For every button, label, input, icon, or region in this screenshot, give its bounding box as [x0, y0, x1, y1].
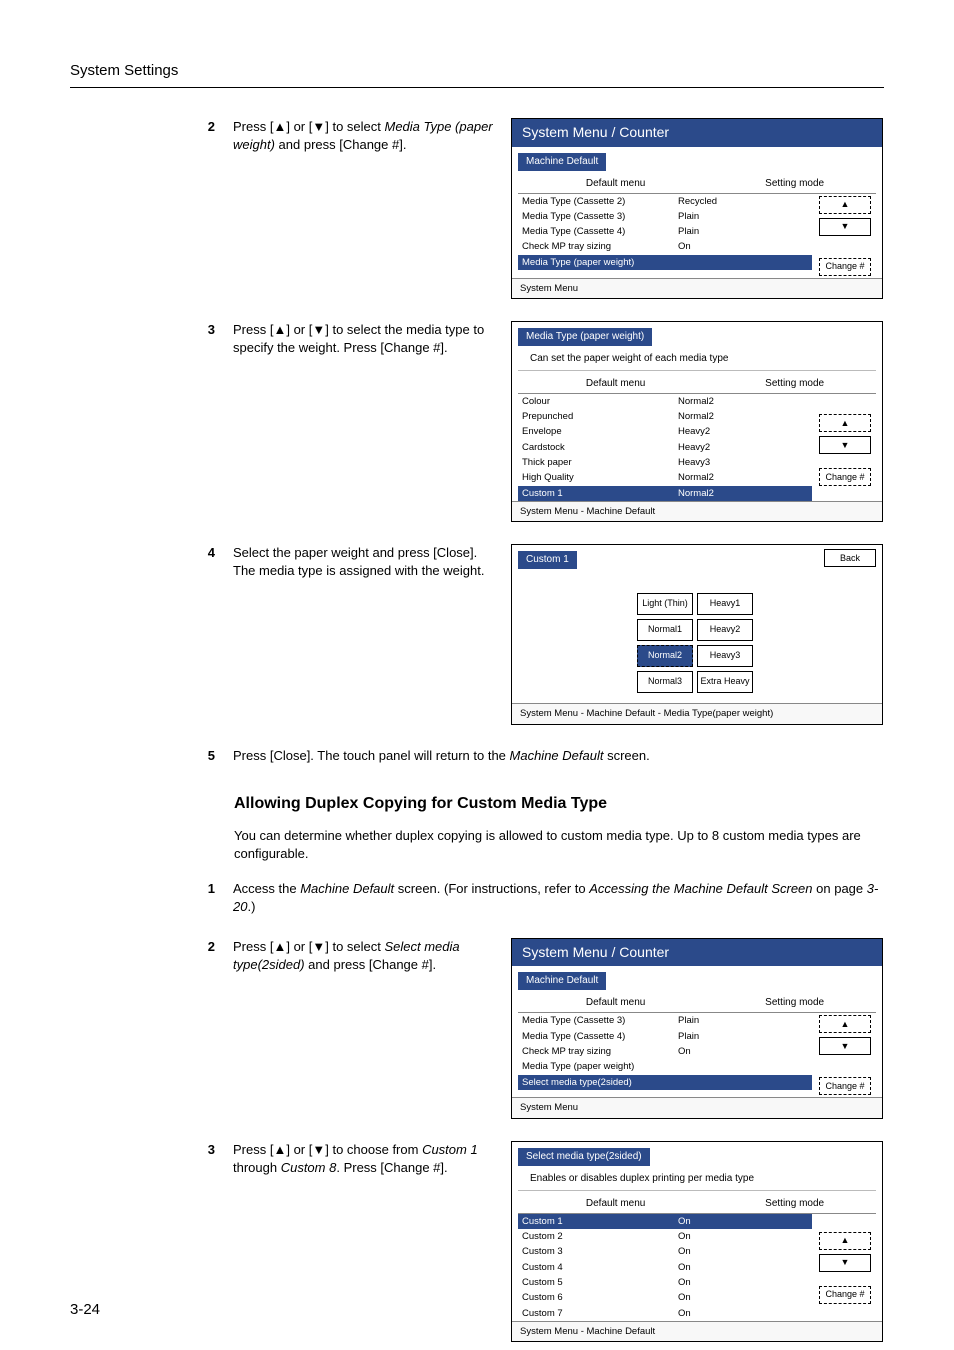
- list-item[interactable]: Select media type(2sided): [518, 1075, 812, 1090]
- step-text: Press [▲] or [▼] to select Select media …: [233, 938, 493, 974]
- section-heading: Allowing Duplex Copying for Custom Media…: [234, 793, 884, 815]
- weight-option[interactable]: Extra Heavy: [697, 671, 753, 693]
- step-number: 3: [190, 1141, 215, 1159]
- screen-custom1-weight: Custom 1 Back Light (Thin)Heavy1Normal1H…: [511, 544, 883, 724]
- screen-machine-default: System Menu / Counter Machine Default De…: [511, 118, 883, 299]
- step-text: Press [▲] or [▼] to select the media typ…: [233, 321, 493, 357]
- list-item[interactable]: Custom 5On: [518, 1275, 812, 1290]
- breadcrumb: System Menu: [512, 1097, 882, 1117]
- list-item[interactable]: Media Type (Cassette 3)Plain: [518, 209, 812, 224]
- change-button[interactable]: Change #: [819, 1286, 871, 1304]
- list-item[interactable]: ColourNormal2: [518, 394, 812, 409]
- list-item[interactable]: Custom 2On: [518, 1229, 812, 1244]
- up-button[interactable]: ▲: [819, 1232, 871, 1250]
- col-default-menu: Default menu: [518, 177, 713, 191]
- list-item[interactable]: Custom 6On: [518, 1290, 812, 1305]
- screen-note: Can set the paper weight of each media t…: [518, 350, 876, 371]
- step-number: 4: [190, 544, 215, 562]
- down-button[interactable]: ▼: [819, 436, 871, 454]
- tab-machine-default[interactable]: Machine Default: [518, 153, 606, 171]
- back-button[interactable]: Back: [824, 549, 876, 567]
- up-icon: ▲: [273, 939, 286, 954]
- tab-paper-weight[interactable]: Media Type (paper weight): [518, 328, 652, 346]
- step-text: Select the paper weight and press [Close…: [233, 544, 493, 580]
- list-item[interactable]: Thick paperHeavy3: [518, 455, 812, 470]
- step-text: Access the Machine Default screen. (For …: [233, 880, 884, 916]
- list-item[interactable]: Custom 1Normal2: [518, 486, 812, 501]
- list-item[interactable]: Check MP tray sizingOn: [518, 1044, 812, 1059]
- section-paragraph: You can determine whether duplex copying…: [234, 827, 884, 863]
- page-header: System Settings: [70, 60, 884, 88]
- screen-note: Enables or disables duplex printing per …: [518, 1170, 876, 1191]
- weight-grid: Light (Thin)Heavy1Normal1Heavy2Normal2He…: [637, 593, 757, 693]
- list-item[interactable]: Media Type (paper weight): [518, 1059, 812, 1074]
- weight-option[interactable]: Light (Thin): [637, 593, 693, 615]
- list-item[interactable]: Custom 3On: [518, 1244, 812, 1259]
- col-default-menu: Default menu: [518, 377, 713, 391]
- down-icon: ▼: [312, 939, 325, 954]
- weight-option[interactable]: Normal2: [637, 645, 693, 667]
- down-button[interactable]: ▼: [819, 1037, 871, 1055]
- list-item[interactable]: CardstockHeavy2: [518, 440, 812, 455]
- breadcrumb: System Menu - Machine Default: [512, 1321, 882, 1341]
- col-setting-mode: Setting mode: [713, 177, 876, 191]
- weight-option[interactable]: Normal1: [637, 619, 693, 641]
- col-setting-mode: Setting mode: [713, 996, 876, 1010]
- weight-option[interactable]: Heavy1: [697, 593, 753, 615]
- tab-select-media[interactable]: Select media type(2sided): [518, 1148, 650, 1166]
- page-number: 3-24: [70, 1299, 100, 1320]
- down-button[interactable]: ▼: [819, 1254, 871, 1272]
- screen-title: System Menu / Counter: [512, 939, 882, 967]
- col-setting-mode: Setting mode: [713, 377, 876, 391]
- step-number: 2: [190, 118, 215, 136]
- up-icon: ▲: [273, 1142, 286, 1157]
- col-default-menu: Default menu: [518, 996, 713, 1010]
- screen-paper-weight: Media Type (paper weight) Can set the pa…: [511, 321, 883, 522]
- step-text: Press [▲] or [▼] to choose from Custom 1…: [233, 1141, 493, 1177]
- breadcrumb: System Menu - Machine Default - Media Ty…: [512, 703, 882, 723]
- weight-option[interactable]: Heavy2: [697, 619, 753, 641]
- weight-option[interactable]: Normal3: [637, 671, 693, 693]
- list-item[interactable]: EnvelopeHeavy2: [518, 424, 812, 439]
- list-item[interactable]: Check MP tray sizingOn: [518, 239, 812, 254]
- screen-machine-default-2: System Menu / Counter Machine Default De…: [511, 938, 883, 1119]
- down-button[interactable]: ▼: [819, 218, 871, 236]
- list-item[interactable]: High QualityNormal2: [518, 470, 812, 485]
- up-button[interactable]: ▲: [819, 196, 871, 214]
- change-button[interactable]: Change #: [819, 468, 871, 486]
- breadcrumb: System Menu: [512, 278, 882, 298]
- screen-title: System Menu / Counter: [512, 119, 882, 147]
- list-item[interactable]: Media Type (paper weight): [518, 255, 812, 270]
- col-default-menu: Default menu: [518, 1197, 713, 1211]
- list-item[interactable]: Media Type (Cassette 3)Plain: [518, 1013, 812, 1028]
- step-text: Press [Close]. The touch panel will retu…: [233, 747, 884, 765]
- list-item[interactable]: Custom 7On: [518, 1306, 812, 1321]
- step-number: 1: [190, 880, 215, 898]
- up-icon: ▲: [273, 119, 286, 134]
- up-icon: ▲: [273, 322, 286, 337]
- list-item[interactable]: PrepunchedNormal2: [518, 409, 812, 424]
- tab-machine-default[interactable]: Machine Default: [518, 972, 606, 990]
- up-button[interactable]: ▲: [819, 1015, 871, 1033]
- change-button[interactable]: Change #: [819, 258, 871, 276]
- weight-option[interactable]: Heavy3: [697, 645, 753, 667]
- col-setting-mode: Setting mode: [713, 1197, 876, 1211]
- change-button[interactable]: Change #: [819, 1077, 871, 1095]
- list-item[interactable]: Media Type (Cassette 4)Plain: [518, 224, 812, 239]
- down-icon: ▼: [312, 322, 325, 337]
- tab-custom1[interactable]: Custom 1: [518, 551, 577, 569]
- screen-select-media-2sided: Select media type(2sided) Enables or dis…: [511, 1141, 883, 1342]
- up-button[interactable]: ▲: [819, 414, 871, 432]
- list-item[interactable]: Custom 1On: [518, 1214, 812, 1229]
- down-icon: ▼: [312, 1142, 325, 1157]
- list-item[interactable]: Custom 4On: [518, 1260, 812, 1275]
- step-number: 2: [190, 938, 215, 956]
- list-item[interactable]: Media Type (Cassette 2)Recycled: [518, 194, 812, 209]
- down-icon: ▼: [312, 119, 325, 134]
- step-number: 3: [190, 321, 215, 339]
- step-text: Press [▲] or [▼] to select Media Type (p…: [233, 118, 493, 154]
- list-item[interactable]: Media Type (Cassette 4)Plain: [518, 1029, 812, 1044]
- step-number: 5: [190, 747, 215, 765]
- breadcrumb: System Menu - Machine Default: [512, 501, 882, 521]
